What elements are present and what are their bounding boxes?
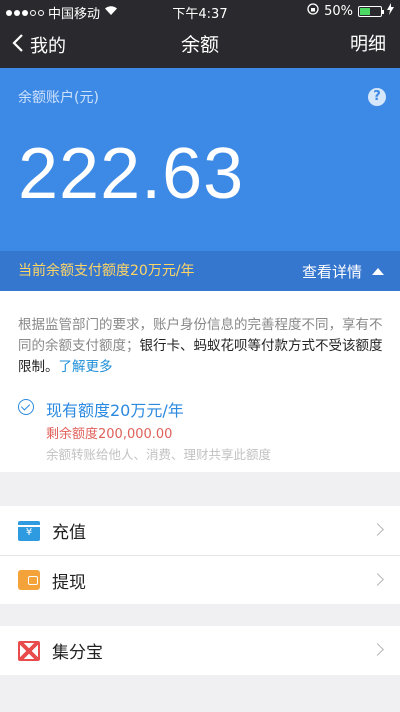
caret-up-icon xyxy=(372,267,384,275)
chevron-right-icon xyxy=(371,643,384,656)
recharge-label: 充值 xyxy=(52,523,86,543)
view-details-label: 查看详情 xyxy=(301,262,362,281)
quota-title: 现有额度20万元/年 xyxy=(46,401,184,420)
quota-note: 余额转账给他人、消费、理财共享此额度 xyxy=(46,447,272,462)
actions-group: ¥ 充值 提现 xyxy=(0,506,400,604)
battery-percent: 50% xyxy=(324,3,353,19)
quota-remaining: 剩余额度200,000.00 xyxy=(46,427,173,442)
learn-more-link[interactable]: 了解更多 xyxy=(59,359,113,375)
limit-explanation: 根据监管部门的要求，账户身份信息的完善程度不同，享有不同的余额支付额度；银行卡、… xyxy=(18,315,384,378)
extras-group: 集分宝 xyxy=(0,626,400,675)
balance-header: 余额账户(元) ? 222.63 xyxy=(0,68,400,251)
jifenbao-label: 集分宝 xyxy=(52,643,103,663)
chevron-right-icon xyxy=(371,573,384,586)
charging-icon xyxy=(387,3,394,19)
chevron-right-icon xyxy=(371,523,384,536)
help-icon[interactable]: ? xyxy=(368,88,386,106)
status-bar: 中国移动 下午4:37 50% xyxy=(0,0,400,22)
battery-fill xyxy=(360,7,370,15)
check-circle-icon xyxy=(18,399,34,415)
battery-icon xyxy=(358,5,384,17)
status-right: 50% xyxy=(307,3,394,19)
jifenbao-row[interactable]: 集分宝 xyxy=(0,626,400,675)
details-button[interactable]: 明细 xyxy=(350,22,386,68)
balance-label: 余额账户(元) xyxy=(18,90,99,106)
balance-amount: 222.63 xyxy=(18,134,245,214)
jifenbao-icon xyxy=(18,640,40,661)
view-details-toggle[interactable]: 查看详情 xyxy=(302,251,384,291)
payment-limit-text: 当前余额支付额度20万元/年 xyxy=(18,263,195,279)
limit-info-panel: 根据监管部门的要求，账户身份信息的完善程度不同，享有不同的余额支付额度；银行卡、… xyxy=(0,291,400,472)
rotation-lock-icon xyxy=(307,3,319,19)
withdraw-label: 提现 xyxy=(52,572,86,593)
nav-bar: 我的 余额 明细 xyxy=(0,22,400,68)
withdraw-icon xyxy=(18,570,40,590)
payment-limit-bar: 当前余额支付额度20万元/年 查看详情 xyxy=(0,251,400,291)
withdraw-row[interactable]: 提现 xyxy=(0,555,400,604)
recharge-icon: ¥ xyxy=(18,520,40,541)
recharge-row[interactable]: ¥ 充值 xyxy=(0,506,400,555)
page-title: 余额 xyxy=(180,34,219,56)
